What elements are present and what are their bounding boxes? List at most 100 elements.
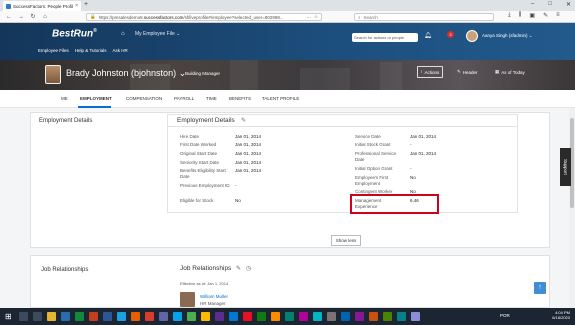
app-icon[interactable] (397, 312, 406, 321)
benefits-eligibility-label: Benefits Eligibility Start Date (180, 168, 226, 179)
app-icon[interactable] (369, 312, 378, 321)
eligible-for-stock-value: No (235, 198, 241, 203)
app-icon[interactable] (299, 312, 308, 321)
app-icon[interactable] (257, 312, 266, 321)
downloads-icon[interactable]: ⤓ (508, 12, 511, 19)
back-icon[interactable]: ← (6, 14, 12, 20)
browser-search-box[interactable]: ⌕ Search (354, 13, 494, 21)
home-icon[interactable]: ⌂ (42, 14, 48, 20)
app-icon[interactable] (243, 312, 252, 321)
edit-employment-icon[interactable]: ✎ (241, 117, 246, 124)
service-date-value: Jan 01, 2014 (410, 134, 437, 139)
url-domain: successfactors.com (143, 14, 184, 20)
eligible-for-stock-label: Eligible for Stock (180, 198, 214, 203)
app-icon[interactable] (313, 312, 322, 321)
app-icon[interactable] (411, 312, 420, 321)
url-path: /sf/liveprofile#/employee?selected_user=… (183, 14, 284, 20)
url-prefix: https://pmsalesdemo8. (98, 14, 144, 20)
bookmark-star-icon[interactable]: ☆ (314, 14, 318, 20)
as-of-today-button[interactable]: ▦ As of Today (492, 66, 528, 78)
more-icon[interactable]: ··· (306, 15, 311, 20)
teams-icon[interactable] (159, 312, 168, 321)
tab-me[interactable]: ME (61, 96, 68, 101)
notification-badge[interactable]: 3 (447, 31, 454, 38)
address-bar[interactable]: 🔒 https://pmsalesdemo8.successfactors.co… (86, 13, 322, 21)
app-icon[interactable] (341, 312, 350, 321)
profile-photo[interactable] (45, 65, 61, 84)
service-date-label: Service Date (355, 134, 381, 139)
extensions-icon[interactable]: ✎ (543, 12, 548, 19)
tab-compensation[interactable]: COMPENSATION (126, 96, 162, 101)
excel-icon[interactable] (75, 312, 84, 321)
forward-icon[interactable]: → (18, 14, 24, 20)
maximize-button[interactable]: □ (548, 1, 552, 8)
browser-tab[interactable]: SuccessFactors: People Profile × (3, 1, 81, 11)
clock-date: 6/18/2020 (552, 315, 570, 320)
word-icon[interactable] (103, 312, 112, 321)
app-icon[interactable] (187, 312, 196, 321)
header-button[interactable]: ✎ Header (454, 66, 481, 78)
actions-icon: ⁝ (421, 69, 423, 74)
header-search-input[interactable]: Search for actions or people (352, 33, 418, 42)
tab-payroll[interactable]: PAYROLL (174, 96, 194, 101)
show-less-button[interactable]: Show less (331, 235, 361, 246)
help-tutorials-link[interactable]: Help & Tutorials (75, 48, 107, 53)
home-icon[interactable]: ⌂ (121, 31, 125, 37)
minimize-button[interactable]: – (531, 1, 534, 8)
initial-stock-grant-label: Initial Stock Grant (355, 142, 391, 147)
support-tab[interactable]: Support (560, 148, 571, 186)
profile-name[interactable]: Brady Johnston (bjohnston) ⌄ (66, 68, 186, 79)
edge-icon[interactable] (117, 312, 126, 321)
hire-date-value: Jan 01, 2014 (235, 134, 262, 139)
close-window-button[interactable]: ✕ (566, 1, 571, 8)
seniority-start-date-label: Seniority Start Date (180, 160, 220, 165)
search-taskbar-icon[interactable] (19, 312, 28, 321)
app-icon[interactable] (215, 312, 224, 321)
close-tab-icon[interactable]: × (75, 3, 78, 9)
history-icon[interactable]: ◷ (246, 265, 251, 272)
app-icon[interactable] (271, 312, 280, 321)
new-tab-button[interactable]: + (84, 1, 88, 8)
user-menu[interactable]: Aanya Singh (sfadmin) ⌄ (482, 33, 533, 39)
app-icon[interactable] (201, 312, 210, 321)
tab-employment[interactable]: EMPLOYMENT (80, 96, 112, 101)
actions-button[interactable]: ⁝ Actions (417, 66, 444, 78)
tab-talent-profile[interactable]: TALENT PROFILE (262, 96, 299, 101)
app-icon[interactable] (355, 312, 364, 321)
tab-benefits[interactable]: BENEFITS (229, 96, 251, 101)
file-explorer-icon[interactable] (47, 312, 56, 321)
first-employment-value: No (410, 175, 416, 180)
acrobat-icon[interactable] (145, 312, 154, 321)
module-nav-dropdown[interactable]: My Employee File ⌄ (135, 31, 180, 37)
user-avatar[interactable] (466, 30, 478, 42)
person-name-link[interactable]: William Muller (200, 294, 228, 300)
outlook-icon[interactable] (61, 312, 70, 321)
notifications-bell-icon[interactable]: 🔔︎ (424, 32, 432, 39)
task-view-icon[interactable] (33, 312, 42, 321)
sidebar-icon[interactable]: ▣ (529, 12, 535, 19)
windows-start-icon[interactable]: ⊞ (5, 312, 14, 321)
browser-tab-title: SuccessFactors: People Profile (13, 3, 74, 9)
bestrun-logo[interactable]: BestRun® (52, 28, 97, 39)
library-icon[interactable]: ⫼ (519, 12, 522, 19)
reload-icon[interactable]: ↻ (30, 13, 36, 20)
app-icon[interactable] (285, 312, 294, 321)
job-effective-date: Effective as of: Jan 1, 2014 (180, 281, 229, 286)
firefox-icon[interactable] (131, 312, 140, 321)
tab-time[interactable]: TIME (206, 96, 217, 101)
app-icon[interactable] (383, 312, 392, 321)
app-icon[interactable] (229, 312, 238, 321)
edit-job-icon[interactable]: ✎ (236, 265, 241, 272)
app-icon[interactable] (327, 312, 336, 321)
original-start-date-value: Jan 01, 2014 (235, 151, 262, 156)
employee-files-link[interactable]: Employee Files (38, 48, 69, 53)
input-language[interactable]: POR (500, 313, 510, 318)
taskbar-clock[interactable]: 4:04 PM 6/18/2020 (552, 310, 570, 320)
scroll-to-top-button[interactable]: ↑ (534, 282, 546, 294)
ask-hr-link[interactable]: Ask HR (113, 48, 128, 53)
menu-icon[interactable]: ≡ (556, 12, 560, 19)
person-photo[interactable] (180, 292, 195, 307)
skype-icon[interactable] (173, 312, 182, 321)
powerpoint-icon[interactable] (89, 312, 98, 321)
previous-employment-id-value: - (235, 183, 237, 188)
